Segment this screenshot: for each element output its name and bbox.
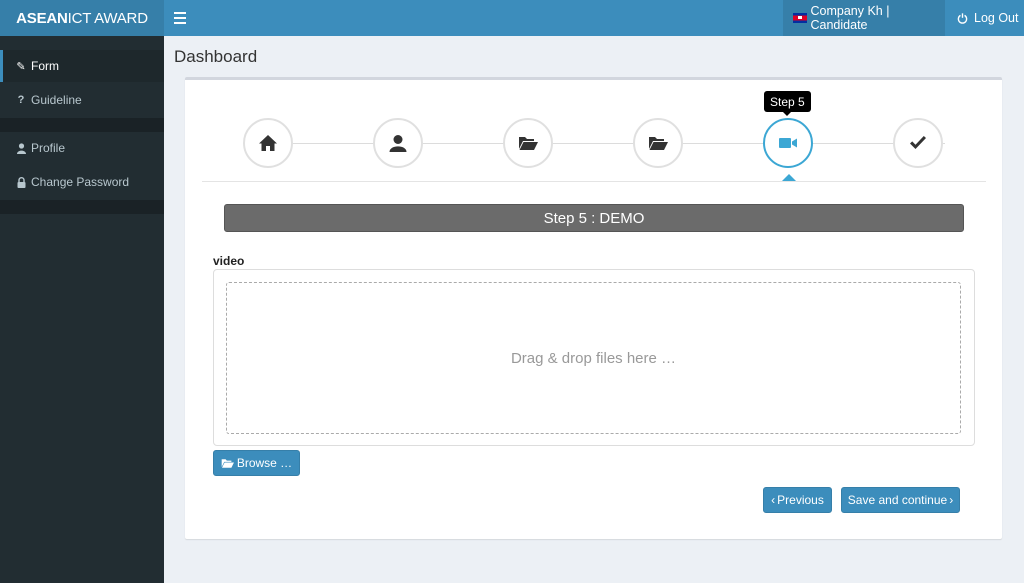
- question-icon: ?: [17, 94, 25, 106]
- file-upload-container: Drag & drop files here …: [213, 269, 975, 446]
- folder-open-icon: [519, 137, 538, 150]
- previous-label: Previous: [777, 493, 824, 507]
- user-label: Company Kh | Candidate: [810, 4, 890, 32]
- form-box: Step 5 Step 5 : DEMO video Drag & drop f…: [185, 77, 1002, 539]
- previous-button[interactable]: ‹ Previous: [763, 487, 832, 513]
- power-icon: [957, 12, 968, 24]
- sidebar-toggle-icon[interactable]: [174, 11, 186, 25]
- save-and-continue-button[interactable]: Save and continue ›: [841, 487, 960, 513]
- sidebar-item-label: Guideline: [31, 93, 82, 107]
- browse-label: Browse …: [236, 456, 293, 470]
- sidebar-item-label: Change Password: [31, 175, 130, 189]
- dropzone-text: Drag & drop files here …: [510, 349, 677, 367]
- user-menu[interactable]: Company Kh | Candidate: [783, 0, 945, 36]
- sidebar-item-change-password[interactable]: Change Password: [0, 166, 164, 198]
- brand-logo[interactable]: ASEAN ICT AWARD: [0, 0, 164, 36]
- top-navbar: ASEAN ICT AWARD Company Kh | Candidate Lo…: [0, 0, 1024, 36]
- video-dropzone[interactable]: Drag & drop files here …: [226, 282, 961, 434]
- sidebar-item-profile[interactable]: Profile: [0, 132, 164, 164]
- sidebar-item-label: Profile: [31, 141, 66, 155]
- wizard-step-1[interactable]: [243, 118, 293, 168]
- brand-name-light: ICT AWARD: [67, 9, 148, 27]
- sidebar: ✎ Form ? Guideline Profile Change Passwo…: [0, 36, 164, 583]
- save-label: Save and continue: [847, 493, 948, 507]
- active-step-indicator: [782, 174, 796, 181]
- step-title: Step 5 : DEMO: [224, 204, 964, 232]
- page-title: Dashboard: [174, 47, 258, 66]
- sidebar-item-label: Form: [31, 59, 59, 73]
- wizard-step-2[interactable]: [373, 118, 423, 168]
- chevron-left-icon: ‹: [771, 493, 776, 507]
- browse-button[interactable]: Browse …: [213, 450, 300, 476]
- wizard-step-5[interactable]: [763, 118, 813, 168]
- pencil-icon: ✎: [16, 60, 26, 73]
- sidebar-item-guideline[interactable]: ? Guideline: [0, 84, 164, 116]
- sidebar-divider: [0, 200, 164, 214]
- home-icon: [259, 135, 277, 151]
- cambodia-flag-icon: [793, 13, 807, 23]
- logout-label: Log Out: [974, 11, 1019, 25]
- user-icon: [389, 135, 407, 152]
- chevron-right-icon: ›: [949, 493, 954, 507]
- video-camera-icon: [779, 138, 797, 148]
- logout-button[interactable]: Log Out: [957, 0, 1018, 36]
- wizard-step-6[interactable]: [893, 118, 943, 168]
- folder-open-icon: [649, 137, 668, 150]
- brand-name-bold: ASEAN: [16, 9, 68, 27]
- video-field-label: video: [213, 254, 245, 268]
- divider: [202, 181, 986, 182]
- step-tooltip: Step 5: [764, 91, 811, 116]
- wizard-progress-line: [245, 143, 945, 144]
- user-icon: [15, 142, 27, 154]
- folder-open-icon: [221, 458, 234, 468]
- wizard-step-4[interactable]: [633, 118, 683, 168]
- wizard-step-3[interactable]: [503, 118, 553, 168]
- lock-icon: [15, 176, 27, 188]
- checkmark-icon: [910, 136, 926, 149]
- sidebar-item-form[interactable]: ✎ Form: [0, 50, 164, 82]
- sidebar-divider: [0, 118, 164, 132]
